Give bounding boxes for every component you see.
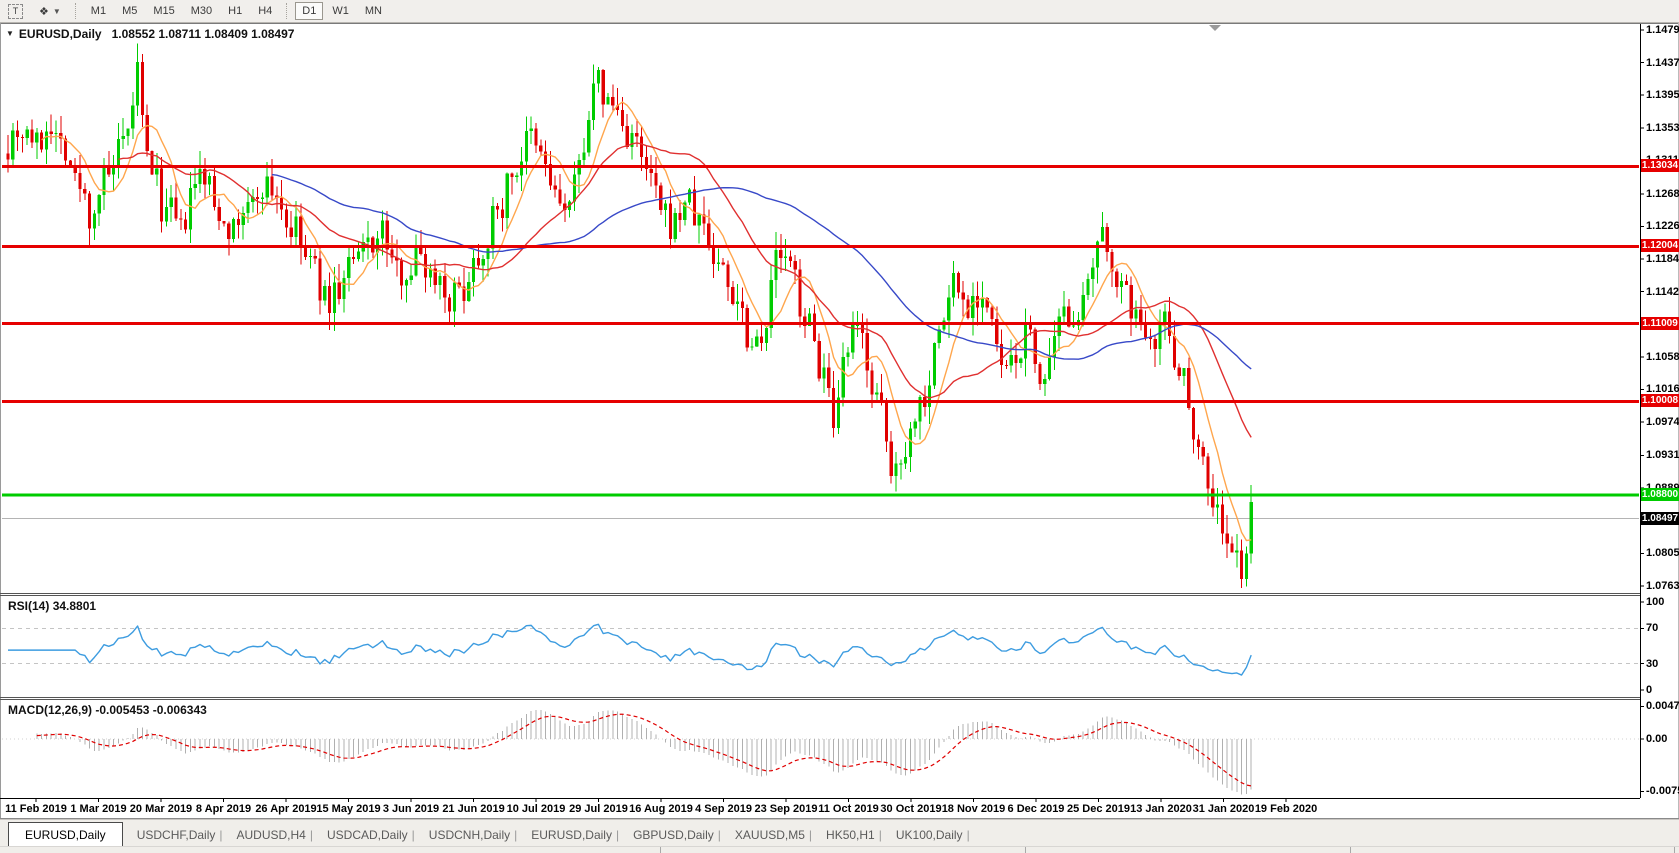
tab-separator: | [412,828,415,842]
chart-tab-audusd-h4[interactable]: AUDUSD,H4 [237,828,306,842]
timeframe-m30-button[interactable]: M30 [184,2,219,20]
tab-separator: | [219,828,222,842]
timeframe-h1-button[interactable]: H1 [221,2,249,20]
status-separator [660,847,661,853]
tab-separator: | [514,828,517,842]
timeframe-w1-button[interactable]: W1 [325,2,356,20]
tab-separator: | [967,828,970,842]
chart-canvas[interactable] [0,0,1679,853]
tab-separator: | [718,828,721,842]
timeframe-m1-button[interactable]: M1 [84,2,113,20]
toolbar-grip [286,3,288,19]
date-axis[interactable] [0,799,1640,818]
arrange-charts-button[interactable]: ❖ ▼ [32,2,68,20]
chart-tab-uk100-daily[interactable]: UK100,Daily [896,828,963,842]
arrange-icon: ❖ [39,5,49,18]
toolbar-grip [75,3,77,19]
chart-tab-eurusd-daily[interactable]: EURUSD,Daily [8,822,123,847]
chart-tab-usdchf-daily[interactable]: USDCHF,Daily [137,828,216,842]
tab-separator: | [310,828,313,842]
chart-tab-usdcad-daily[interactable]: USDCAD,Daily [327,828,408,842]
toolbar: T ❖ ▼ M1M5M15M30H1H4 D1W1MN [0,0,1679,23]
chart-tab-eurusd-daily[interactable]: EURUSD,Daily [531,828,612,842]
text-tool-icon: T [8,4,23,19]
price-axis[interactable] [1641,24,1679,798]
tab-separator: | [616,828,619,842]
timeframe-d1-button[interactable]: D1 [295,2,323,20]
status-separator [1025,847,1026,853]
chart-tab-bar: EURUSD,DailyUSDCHF,Daily|AUDUSD,H4|USDCA… [0,819,1679,847]
timeframe-mn-button[interactable]: MN [358,2,389,20]
chart-tab-xauusd-m5[interactable]: XAUUSD,M5 [735,828,805,842]
tab-separator: | [809,828,812,842]
timeframe-m5-button[interactable]: M5 [115,2,144,20]
tab-separator: | [879,828,882,842]
chart-tab-hk50-h1[interactable]: HK50,H1 [826,828,875,842]
timeframe-toolbar: M1M5M15M30H1H4 D1W1MN [83,2,390,20]
status-separator [1674,847,1675,853]
terminal-window: T ❖ ▼ M1M5M15M30H1H4 D1W1MN ▼ EURUSD,Daily… [0,0,1679,853]
status-separator [1350,847,1351,853]
text-tool-button[interactable]: T [1,2,30,20]
chart-tab-gbpusd-daily[interactable]: GBPUSD,Daily [633,828,714,842]
status-bar [0,846,1679,853]
chart-tab-usdcnh-daily[interactable]: USDCNH,Daily [429,828,510,842]
timeframe-h4-button[interactable]: H4 [251,2,279,20]
timeframe-m15-button[interactable]: M15 [146,2,181,20]
chevron-down-icon: ▼ [53,7,61,16]
